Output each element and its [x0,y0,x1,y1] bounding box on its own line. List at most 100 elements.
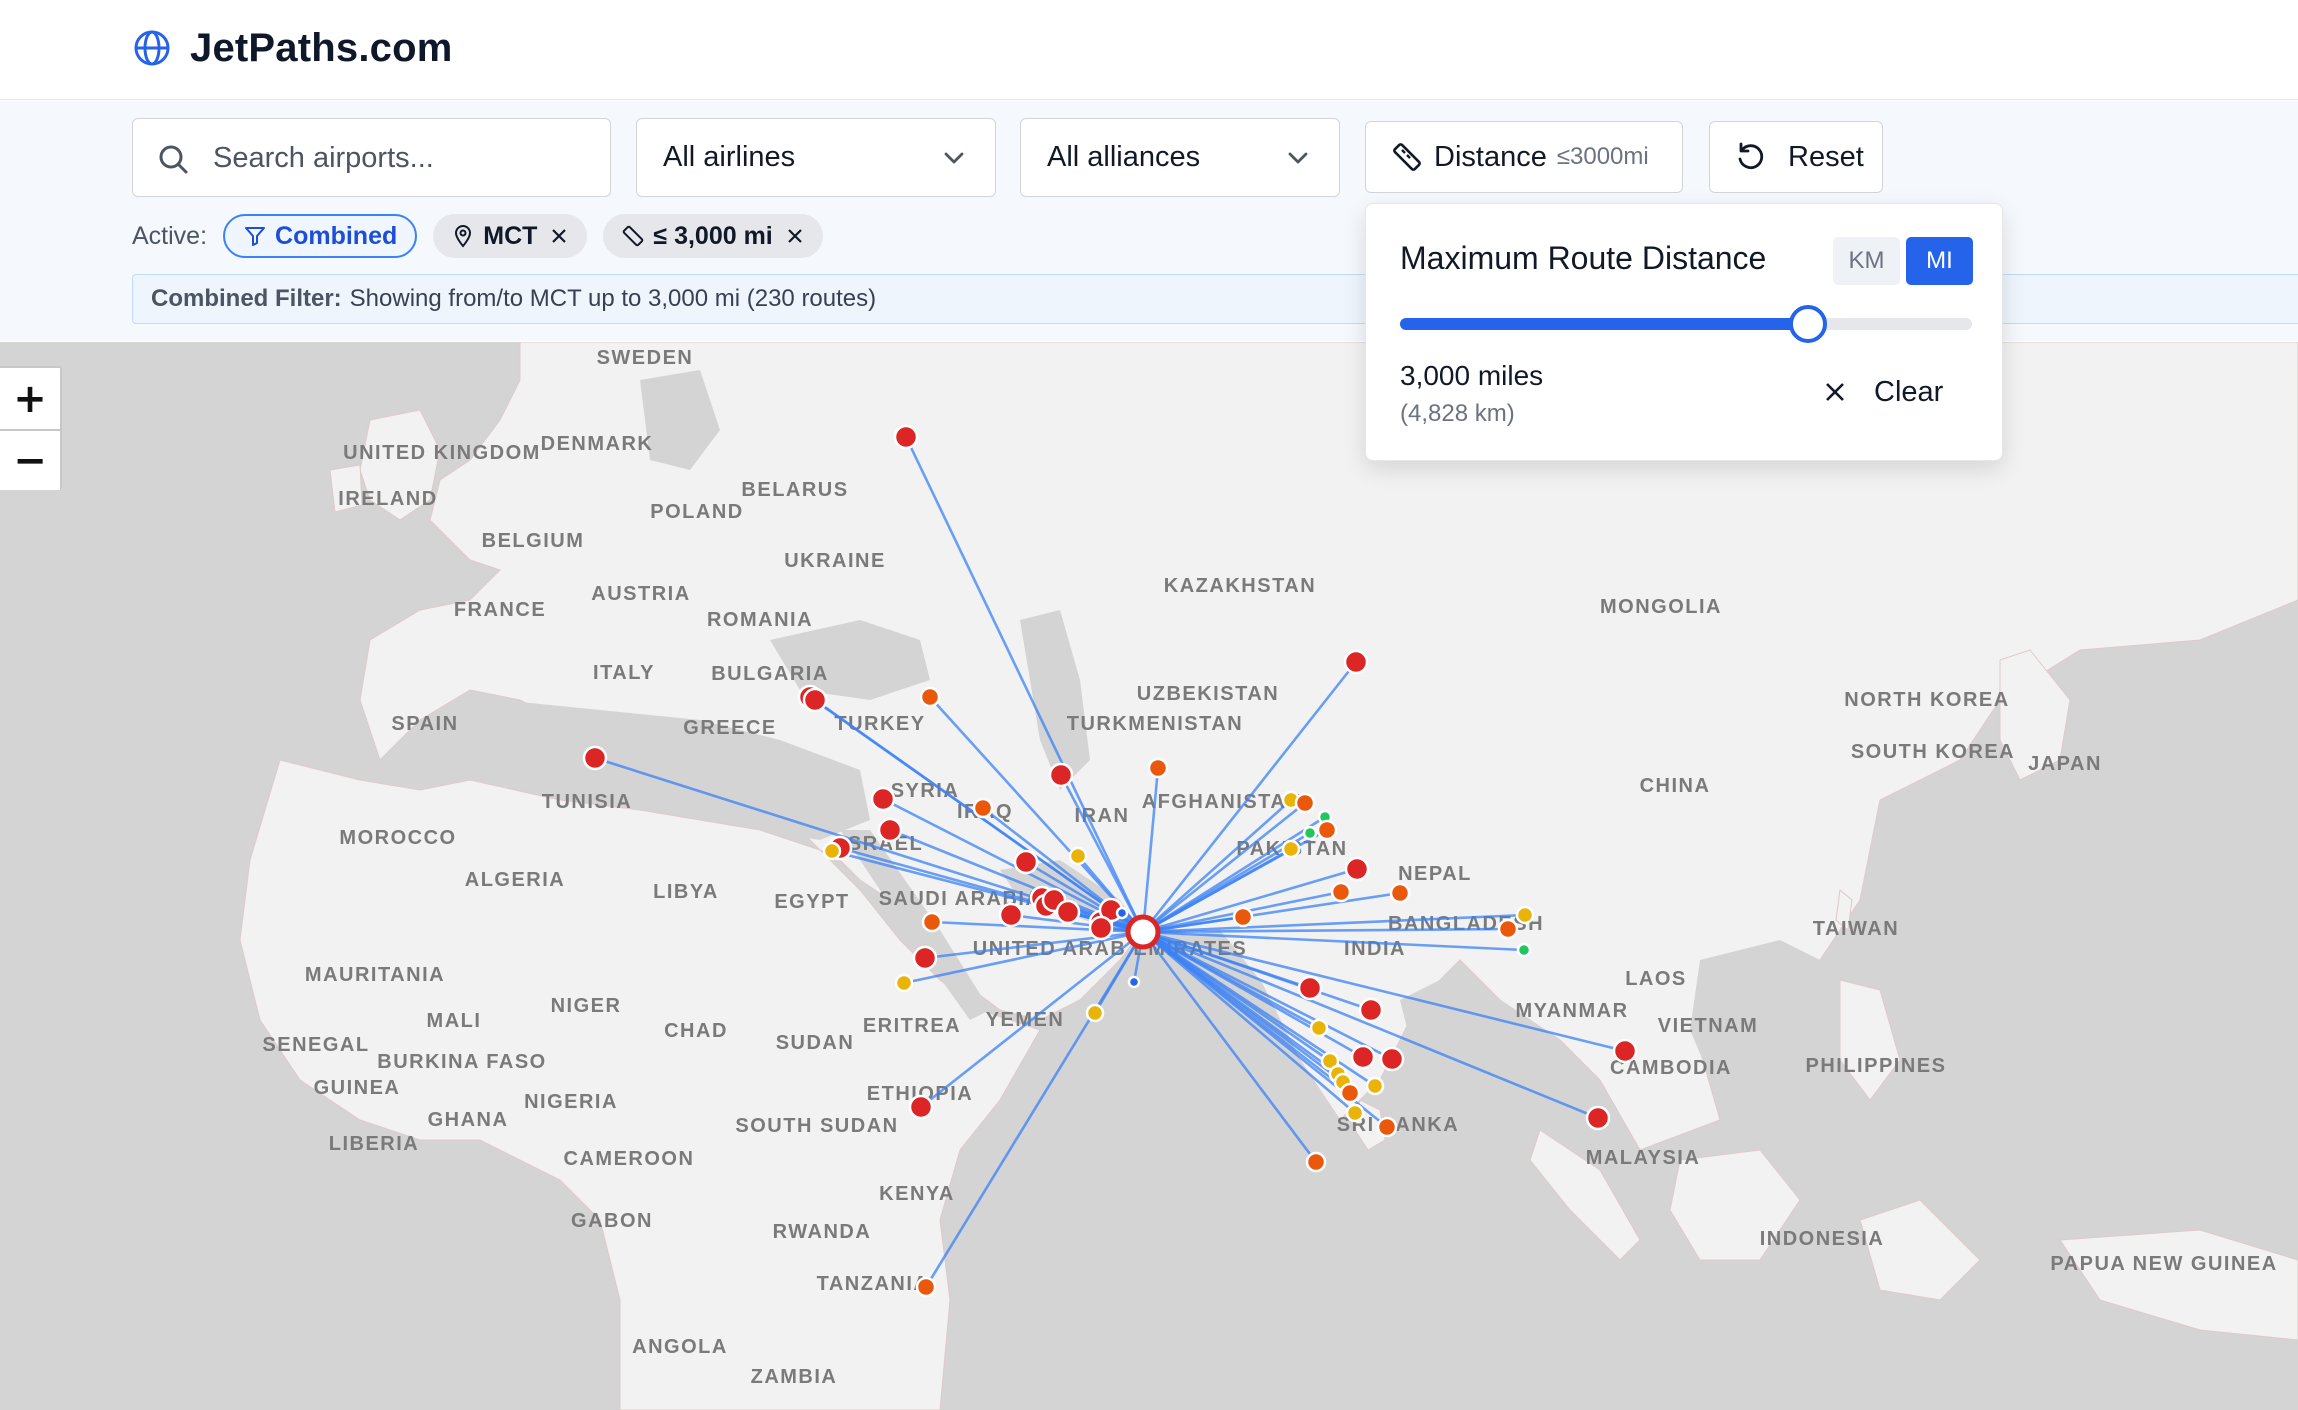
country-label: TANZANIA [817,1273,930,1295]
close-icon[interactable] [549,226,569,246]
popover-title: Maximum Route Distance [1400,240,1767,276]
airport-marker[interactable] [894,973,914,993]
airport-marker[interactable] [1085,1003,1105,1023]
reset-button[interactable]: Reset [1709,121,1883,193]
chip-airport[interactable]: MCT [433,214,588,258]
country-label: DENMARK [541,433,654,455]
country-label: NIGERIA [524,1091,618,1113]
airport-marker[interactable] [1302,825,1318,841]
airport-marker[interactable] [1055,899,1081,925]
country-label: PAPUA NEW GUINEA [2050,1253,2277,1275]
country-label: EGYPT [774,891,849,913]
ruler-icon [1393,143,1421,171]
airport-marker[interactable] [1339,1082,1361,1104]
airport-marker[interactable] [1013,849,1039,875]
airport-marker[interactable] [1516,942,1532,958]
airport-marker[interactable] [1376,1116,1398,1138]
country-label: FRANCE [454,599,546,621]
top-header: JetPaths.com [0,0,2298,100]
country-label: CHAD [664,1020,728,1042]
chip-distance-label: ≤ 3,000 mi [653,221,773,250]
close-icon[interactable] [785,226,805,246]
country-label: SENEGAL [262,1034,369,1056]
country-label: CHINA [1640,775,1711,797]
airport-marker[interactable] [921,911,943,933]
zoom-out-button[interactable]: − [0,429,60,490]
country-label: POLAND [650,501,743,523]
slider-thumb[interactable] [1789,305,1828,343]
airport-marker[interactable] [912,945,938,971]
chip-distance[interactable]: ≤ 3,000 mi [603,214,823,258]
chip-combined[interactable]: Combined [223,214,418,258]
airport-marker[interactable] [877,817,903,843]
airport-marker[interactable] [1345,1103,1365,1123]
airport-marker[interactable] [1350,1044,1376,1070]
route-map[interactable]: SWEDEN DENMARK UNITED KINGDOM IRELAND BE… [0,342,2298,1410]
airport-marker[interactable] [1115,906,1129,920]
brand[interactable]: JetPaths.com [132,22,453,74]
airport-marker[interactable] [1515,905,1535,925]
ruler-icon [623,225,644,247]
search-input[interactable] [213,133,593,183]
search-box[interactable] [132,118,611,197]
airport-marker[interactable] [1379,1046,1405,1072]
reset-icon [1738,142,1764,169]
country-label: SOUTH KOREA [1851,741,2015,763]
country-label: IRELAND [338,488,437,510]
airport-marker[interactable] [1585,1105,1611,1131]
airport-marker[interactable] [998,902,1024,928]
distance-km: (4,828 km) [1400,400,1515,427]
airport-marker[interactable] [1294,792,1316,814]
search-icon [159,145,188,174]
airport-marker[interactable] [919,686,941,708]
map-canvas[interactable]: SWEDEN DENMARK UNITED KINGDOM IRELAND BE… [0,342,2298,1410]
unit-mi-button[interactable]: MI [1906,237,1973,285]
airport-marker[interactable] [915,1276,937,1298]
airport-marker[interactable] [1389,882,1411,904]
airport-marker[interactable] [1316,819,1338,841]
airport-marker[interactable] [582,745,608,771]
distance-slider[interactable] [1400,305,1972,343]
distance-filter-button[interactable]: Distance ≤3000mi [1365,121,1683,193]
airport-marker[interactable] [1309,1018,1329,1038]
reset-button-label: Reset [1788,140,1864,173]
distance-button-value: ≤3000mi [1556,143,1649,170]
airport-marker[interactable] [1612,1038,1638,1064]
airport-marker[interactable] [972,797,994,819]
country-label: MALAYSIA [1586,1147,1701,1169]
airport-marker[interactable] [893,424,919,450]
airport-marker[interactable] [1305,1151,1327,1173]
airport-marker[interactable] [1497,918,1519,940]
airport-marker[interactable] [1068,846,1088,866]
airport-marker[interactable] [1365,1076,1385,1096]
country-label: TAIWAN [1813,918,1899,940]
filter-icon [245,227,266,246]
airport-marker[interactable] [1147,757,1169,779]
airport-marker[interactable] [1343,649,1369,675]
airlines-select[interactable]: All airlines [636,118,996,197]
zoom-in-button[interactable]: + [0,368,60,429]
airport-marker[interactable] [1330,881,1352,903]
airport-marker[interactable] [802,687,828,713]
airport-marker[interactable] [908,1094,934,1120]
unit-km-button[interactable]: KM [1833,237,1900,285]
airport-marker[interactable] [1281,839,1301,859]
map-pin-icon [455,225,472,248]
airport-marker[interactable] [1088,915,1114,941]
airport-marker[interactable] [1127,975,1141,989]
airport-marker[interactable] [822,841,842,861]
country-label: SUDAN [776,1032,855,1054]
airport-marker[interactable] [1344,856,1370,882]
hub-marker[interactable] [1125,914,1161,950]
chevron-down-icon [1288,152,1308,164]
alliances-select[interactable]: All alliances [1020,118,1340,197]
brand-name: JetPaths.com [190,25,453,70]
airport-marker[interactable] [870,786,896,812]
airport-marker[interactable] [1297,975,1323,1001]
country-label: MAURITANIA [305,964,445,986]
airport-marker[interactable] [1048,762,1074,788]
active-label: Active: [132,221,208,250]
airport-marker[interactable] [1232,906,1254,928]
airport-marker[interactable] [1358,997,1384,1023]
clear-button[interactable]: Clear [1822,372,1943,412]
